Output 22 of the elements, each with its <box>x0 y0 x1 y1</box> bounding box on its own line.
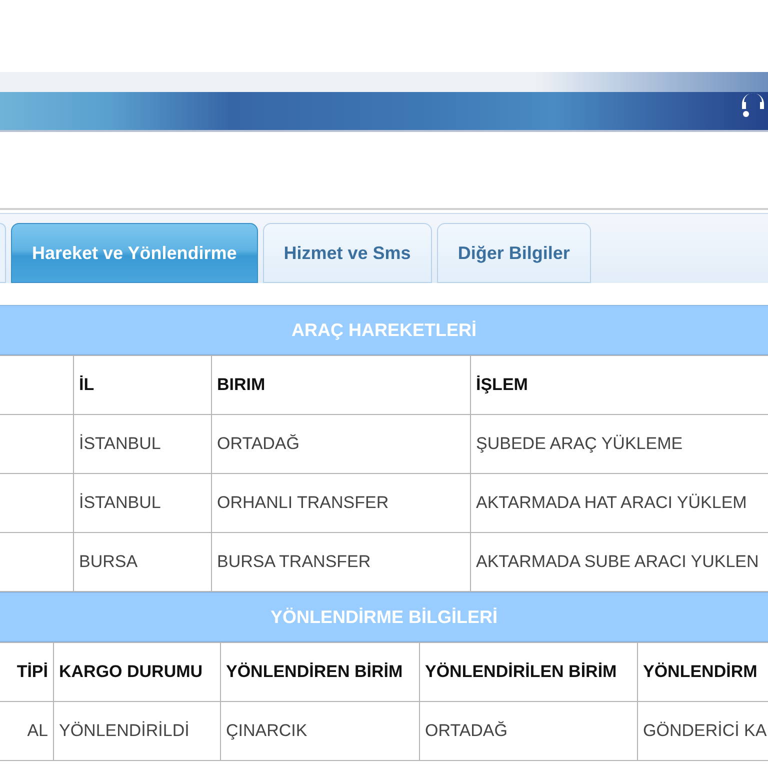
column-header: YÖNLENDİREN BİRİM <box>220 642 420 702</box>
column-header: İL <box>74 356 212 414</box>
table-cell: ORTADAĞ <box>212 414 470 474</box>
table-cell: İSTANBUL <box>74 474 212 532</box>
tab[interactable]: Diğer Bilgiler <box>436 223 591 283</box>
column-header: BIRIM <box>212 356 470 414</box>
column-header: TİPİ <box>0 642 54 702</box>
tab[interactable]: Hareket ve Yönlendirme <box>11 223 258 283</box>
table-cell: ORTADAĞ <box>420 702 638 760</box>
tab[interactable] <box>0 223 6 283</box>
section-title: YÖNLENDİRME BİLGİLERİ <box>270 606 498 628</box>
column-header: YÖNLENDİRİLEN BİRİM <box>420 642 638 702</box>
table-cell: İSTANBUL <box>74 414 212 474</box>
tab[interactable]: Hizmet ve Sms <box>262 223 432 283</box>
section-title: ARAÇ HAREKETLERİ <box>291 318 476 342</box>
table-cell: ORHANLI TRANSFER <box>212 474 470 532</box>
table-cell: YÖNLENDİRİLDİ <box>54 702 220 760</box>
column-header: KARGO DURUMU <box>54 642 220 702</box>
column-header: YÖNLENDİRM <box>638 642 768 702</box>
column-header: İŞLEM <box>470 356 768 414</box>
table-cell: AL <box>0 702 54 760</box>
table-cell: ÇINARCIK <box>220 702 420 760</box>
